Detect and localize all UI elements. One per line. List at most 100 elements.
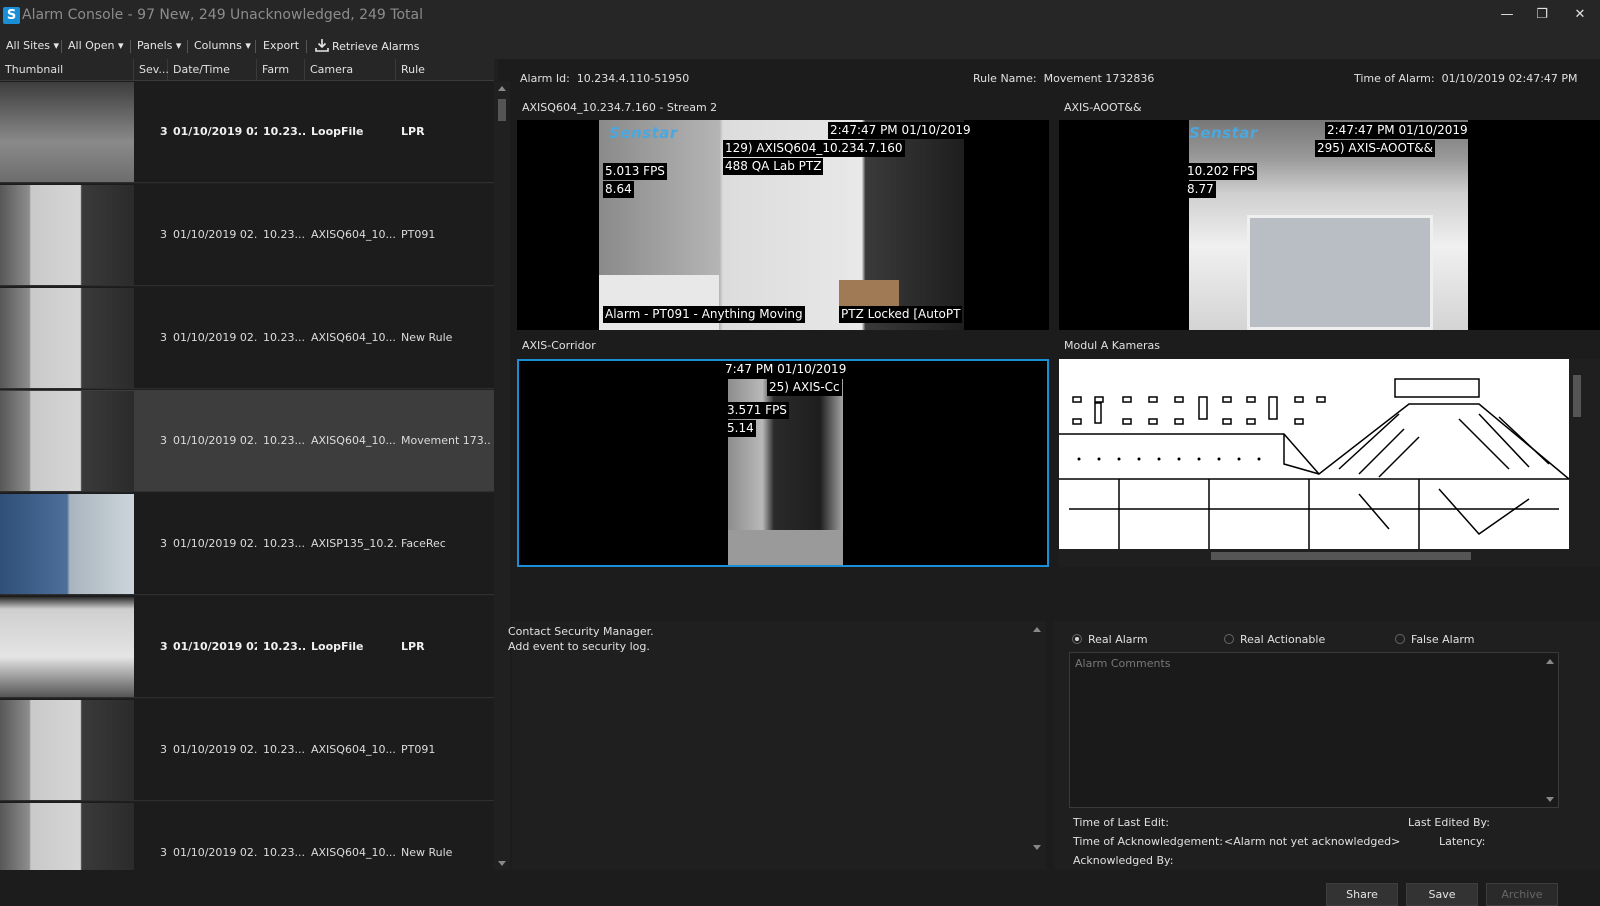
- video-panel-3[interactable]: 7:47 PM 01/10/2019 25) AXIS-Cc 3.571 FPS…: [517, 359, 1049, 567]
- rule-cell: New Rule: [401, 846, 453, 859]
- map-panel[interactable]: [1059, 359, 1600, 567]
- alarm-list-scrollbar[interactable]: [494, 81, 510, 870]
- retrieve-alarms-button[interactable]: Retrieve Alarms: [315, 39, 419, 53]
- table-row[interactable]: 3 01/10/2019 02... 10.23... AXISQ604_10....…: [0, 802, 494, 870]
- restore-button[interactable]: ❐: [1532, 6, 1552, 24]
- farm-cell: 10.23...: [263, 846, 305, 859]
- table-row[interactable]: 3 01/10/2019 02... 10.23... AXISQ604_10....…: [0, 287, 494, 389]
- notes-scroll-up[interactable]: [1033, 627, 1041, 632]
- rule-name: Rule Name: Movement 1732836: [973, 72, 1154, 85]
- export-button[interactable]: Export: [263, 39, 299, 52]
- rule-cell: PT091: [401, 228, 436, 241]
- osd-camera-2: 488 QA Lab PTZ: [723, 158, 824, 175]
- alarm-thumbnail: [0, 803, 134, 870]
- last-edited-by-label: Last Edited By:: [1408, 816, 1490, 829]
- osd-fps: 5.013 FPS: [603, 163, 667, 180]
- column-header: Thumbnail Sev... Date/Time Farm Camera R…: [0, 59, 494, 81]
- comments-scroll-up[interactable]: [1546, 659, 1554, 664]
- radio-icon: [1395, 634, 1405, 644]
- notes-scrollbar[interactable]: [1030, 621, 1044, 870]
- save-button[interactable]: Save: [1406, 883, 1478, 906]
- download-icon: [315, 39, 329, 52]
- all-sites-dropdown[interactable]: All Sites ▾: [6, 39, 59, 52]
- panel-1-title: AXISQ604_10.234.7.160 - Stream 2: [522, 101, 718, 114]
- datetime-cell: 01/10/2019 02...: [173, 331, 257, 344]
- video-panel-2[interactable]: Senstar 2:47:47 PM 01/10/2019 295) AXIS-…: [1059, 120, 1600, 330]
- video-panel-1[interactable]: Senstar 2:47:47 PM 01/10/2019 129) AXISQ…: [517, 120, 1049, 330]
- scroll-up-arrow[interactable]: [498, 86, 506, 91]
- map-horizontal-scrollbar[interactable]: [1059, 549, 1570, 563]
- datetime-cell: 01/10/2019 02...: [173, 434, 257, 447]
- scroll-down-arrow[interactable]: [498, 861, 506, 866]
- datetime-cell: 01/10/2019 02...: [173, 228, 257, 241]
- note-line-1: Contact Security Manager.: [508, 625, 654, 638]
- column-thumbnail[interactable]: Thumbnail: [0, 59, 134, 81]
- all-open-dropdown[interactable]: All Open ▾: [68, 39, 124, 52]
- camera-cell: AXISP135_10.2...: [311, 537, 397, 550]
- osd-fps-2: 8.64: [603, 181, 634, 198]
- table-row[interactable]: 3 01/10/2019 02... 10.23... AXISQ604_10....…: [0, 184, 494, 286]
- floor-plan-map[interactable]: [1059, 359, 1569, 549]
- map-scroll-thumb[interactable]: [1573, 375, 1581, 417]
- map-hscroll-thumb[interactable]: [1211, 552, 1471, 560]
- table-row[interactable]: 3 01/10/2019 02... 10.23... LoopFile LPR: [0, 81, 494, 183]
- rule-cell: PT091: [401, 743, 436, 756]
- alarm-detail-area: Alarm Id: 10.234.4.110-51950 Rule Name: …: [508, 59, 1600, 906]
- column-rule[interactable]: Rule: [396, 59, 494, 81]
- time-of-alarm-value: 01/10/2019 02:47:47 PM: [1441, 72, 1578, 85]
- column-camera[interactable]: Camera: [305, 59, 396, 81]
- toolbar: All Sites ▾ All Open ▾ Panels ▾ Columns …: [0, 31, 1600, 59]
- app-logo-icon: S: [3, 7, 20, 24]
- time-of-alarm-label: Time of Alarm:: [1354, 72, 1435, 85]
- table-row[interactable]: 3 01/10/2019 02... 10.23... AXISQ604_10....…: [0, 390, 494, 492]
- severity-cell: 3: [160, 228, 167, 241]
- farm-cell: 10.23...: [263, 743, 305, 756]
- archive-button[interactable]: Archive: [1486, 883, 1558, 906]
- datetime-cell: 01/10/2019 02...: [173, 537, 257, 550]
- column-severity[interactable]: Sev...: [134, 59, 169, 81]
- panels-dropdown[interactable]: Panels ▾: [137, 39, 181, 52]
- column-farm[interactable]: Farm: [257, 59, 305, 81]
- comments-scroll-down[interactable]: [1546, 797, 1554, 802]
- notes-panel[interactable]: Contact Security Manager. Add event to s…: [508, 621, 1046, 870]
- alarm-comments-input[interactable]: Alarm Comments: [1069, 652, 1559, 808]
- datetime-cell: 01/10/2019 02...: [173, 743, 257, 756]
- real-actionable-radio[interactable]: Real Actionable: [1224, 633, 1325, 646]
- real-alarm-label: Real Alarm: [1088, 633, 1148, 646]
- map-vertical-scrollbar[interactable]: [1570, 359, 1584, 549]
- false-alarm-radio[interactable]: False Alarm: [1395, 633, 1474, 646]
- real-actionable-label: Real Actionable: [1240, 633, 1326, 646]
- farm-cell: 10.23...: [263, 125, 305, 138]
- toolbar-divider: [306, 40, 307, 53]
- minimize-button[interactable]: —: [1497, 6, 1517, 24]
- alarm-info-bar: Alarm Id: 10.234.4.110-51950 Rule Name: …: [512, 59, 1600, 95]
- time-of-acknowledgement-label: Time of Acknowledgement:: [1073, 835, 1223, 848]
- severity-cell: 3: [160, 846, 167, 859]
- farm-cell: 10.23...: [263, 228, 305, 241]
- osd-camera: 129) AXISQ604_10.234.7.160: [723, 140, 905, 157]
- osd-time: 2:47:47 PM 01/10/2019: [1325, 122, 1470, 139]
- retrieve-alarms-label: Retrieve Alarms: [332, 40, 420, 53]
- toolbar-divider: [61, 40, 62, 53]
- datetime-cell: 01/10/2019 02...: [173, 846, 257, 859]
- table-row[interactable]: 3 01/10/2019 02... 10.23... AXISP135_10.2..…: [0, 493, 494, 595]
- osd-time: 2:47:47 PM 01/10/2019: [828, 122, 973, 139]
- camera-cell: AXISQ604_10....: [311, 331, 397, 344]
- columns-dropdown[interactable]: Columns ▾: [194, 39, 251, 52]
- osd-time: 7:47 PM 01/10/2019: [723, 361, 849, 378]
- alarm-thumbnail: [0, 494, 134, 594]
- table-row[interactable]: 3 01/10/2019 02... 10.23... AXISQ604_10....…: [0, 699, 494, 801]
- close-button[interactable]: ✕: [1570, 6, 1590, 24]
- camera-cell: AXISQ604_10....: [311, 743, 397, 756]
- notes-scroll-down[interactable]: [1033, 845, 1041, 850]
- column-datetime[interactable]: Date/Time: [168, 59, 257, 81]
- datetime-cell: 01/10/2019 02...: [173, 640, 257, 653]
- time-of-acknowledgement-value: <Alarm not yet acknowledged>: [1224, 835, 1401, 848]
- real-alarm-radio[interactable]: Real Alarm: [1072, 633, 1148, 646]
- scroll-thumb[interactable]: [498, 99, 506, 121]
- table-row[interactable]: 3 01/10/2019 02... 10.23... LoopFile LPR: [0, 596, 494, 698]
- rule-cell: LPR: [401, 125, 425, 138]
- osd-fps-2: 8.77: [1185, 181, 1216, 198]
- share-button[interactable]: Share: [1326, 883, 1398, 906]
- rule-cell: New Rule: [401, 331, 453, 344]
